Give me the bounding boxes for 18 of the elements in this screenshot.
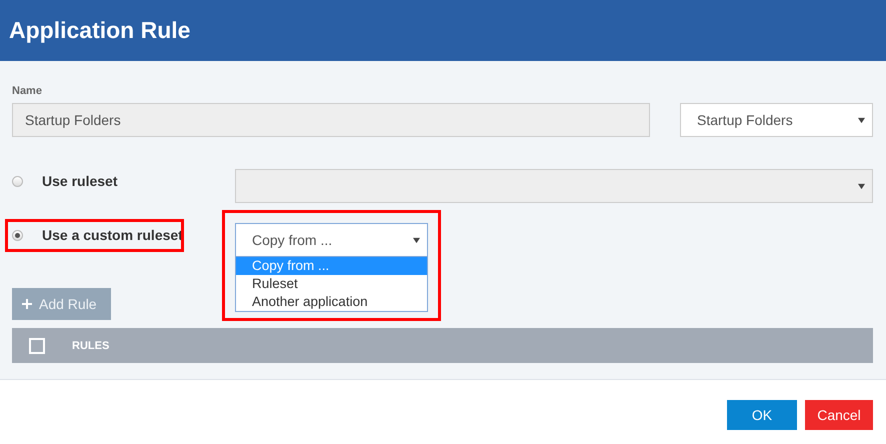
caret-icon: [858, 116, 865, 124]
dropdown[interactable]: Startup Folders: [680, 103, 873, 137]
radio-button[interactable]: [12, 176, 23, 186]
dropdown[interactable]: Copy from ...: [235, 223, 428, 257]
menu-item[interactable]: Another application: [236, 293, 427, 311]
caret-icon: [413, 236, 420, 244]
menu-item[interactable]: Ruleset: [236, 275, 427, 293]
checkbox[interactable]: [29, 338, 45, 354]
column-header: RULES: [72, 340, 110, 352]
option-label[interactable]: Use a custom ruleset: [42, 227, 183, 243]
caret-icon: [858, 182, 865, 190]
cancel-button[interactable]: Cancel: [805, 400, 873, 430]
field-label: Name: [12, 85, 43, 99]
option-label[interactable]: Use ruleset: [42, 173, 118, 189]
radio-button[interactable]: [12, 230, 23, 240]
plus-icon: [22, 299, 32, 309]
ok-button[interactable]: OK: [727, 400, 797, 430]
window-title: Application Rule: [9, 17, 190, 44]
